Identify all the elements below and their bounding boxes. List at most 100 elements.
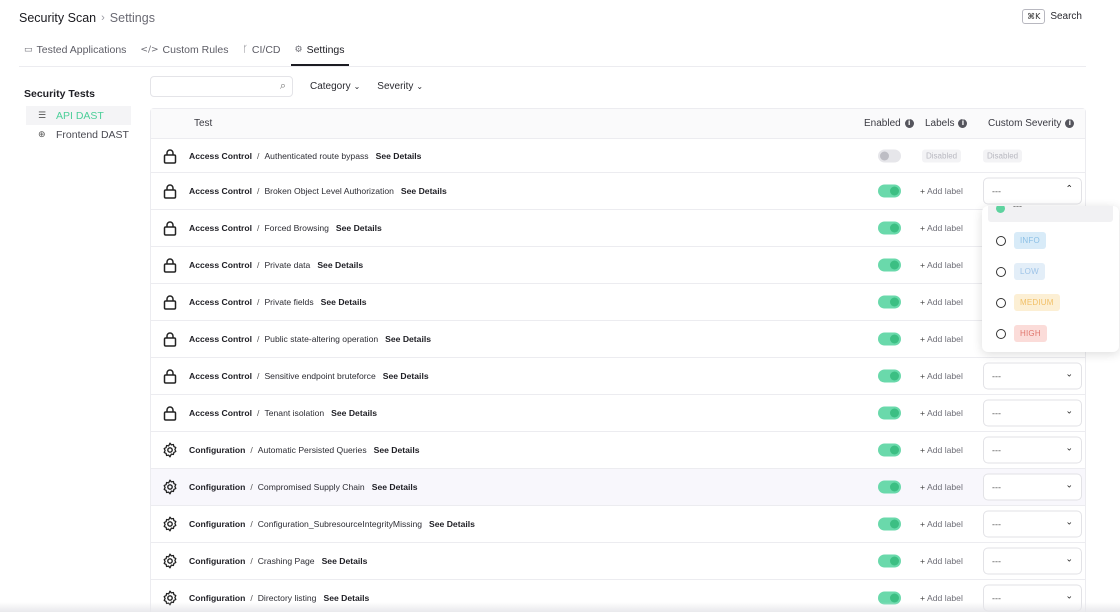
dropdown-option-info[interactable]: INFO [996,232,1046,249]
gear-icon [162,442,178,458]
chevron-down-icon: ⌄ [1065,591,1073,602]
dropdown-option-medium[interactable]: MEDIUM [996,294,1060,311]
test-name: Access Control / Broken Object Level Autho… [189,184,451,198]
see-details-button[interactable]: See Details [317,295,371,309]
tab-settings[interactable]: ⚙ Settings [290,36,349,66]
see-details-button[interactable]: See Details [318,554,372,568]
sidebar-title: Security Tests [24,88,96,100]
see-details-button[interactable]: See Details [379,369,433,383]
column-header-custom-severity-label: Custom Severity [988,118,1062,129]
sidebar: Security Tests ☰ API DAST ⊕ Frontend DAS… [24,88,131,144]
enabled-toggle[interactable] [878,369,901,383]
info-icon[interactable]: i [904,119,914,128]
see-details-button[interactable]: See Details [327,406,381,420]
tab-custom-rules[interactable]: </> Custom Rules [140,36,228,66]
info-icon[interactable]: i [958,119,968,128]
enabled-toggle[interactable] [878,554,901,568]
search-button[interactable]: ⌘K Search [1022,9,1082,24]
severity-filter[interactable]: Severity ⌄ [377,81,423,92]
severity-select[interactable]: --- ⌄ [983,547,1082,575]
add-label-button[interactable]: + Add label [920,556,963,566]
add-label-button[interactable]: + Add label [920,260,963,270]
tab-ci-cd[interactable]: ᚴ CI/CD [243,36,281,66]
test-separator: / [257,223,260,233]
test-separator: / [250,519,253,529]
test-title: Public state-altering operation [264,334,379,344]
test-name: Access Control / Authenticated route bypas… [189,149,425,163]
add-label-button[interactable]: + Add label [920,519,963,529]
see-details-button[interactable]: See Details [370,443,424,457]
enabled-toggle[interactable] [878,517,901,531]
category-filter-label: Category [310,81,351,92]
see-details-button[interactable]: See Details [397,184,451,198]
branch-icon: ᚴ [242,45,248,55]
add-label-text: Add label [927,334,963,344]
test-category: Access Control [189,186,253,196]
see-details-button[interactable]: See Details [368,480,422,494]
breadcrumb-app[interactable]: Security Scan [19,11,96,25]
tab-tested-applications[interactable]: ▭ Tested Applications [24,36,126,66]
add-label-button[interactable]: + Add label [920,186,963,196]
test-title: Crashing Page [257,556,315,566]
see-details-button[interactable]: See Details [332,221,386,235]
severity-select[interactable]: --- ⌄ [983,362,1082,390]
see-details-button[interactable]: See Details [372,149,426,163]
test-title: Tenant isolation [264,408,325,418]
test-category: Access Control [189,371,253,381]
enabled-toggle[interactable] [878,332,901,346]
table-row: Access Control / Private fields See Details… [151,284,1085,321]
test-category: Configuration [189,519,246,529]
info-icon[interactable]: i [1065,119,1075,128]
dropdown-option-default[interactable]: --- [988,206,1113,222]
add-label-button[interactable]: + Add label [920,297,963,307]
severity-pill-medium: MEDIUM [1014,294,1060,311]
severity-select[interactable]: --- ⌄ [983,399,1082,427]
severity-select-value: --- [992,482,1001,492]
dropdown-option-high[interactable]: HIGH [996,325,1047,342]
column-header-custom-severity: Custom Severity i [988,118,1075,129]
see-details-button[interactable]: See Details [381,332,435,346]
add-label-button[interactable]: + Add label [920,371,963,381]
lock-icon [162,220,178,236]
severity-select[interactable]: --- ⌄ [983,510,1082,538]
table-row: Access Control / Tenant isolation See Detai… [151,395,1085,432]
enabled-toggle[interactable] [878,406,901,420]
dropdown-option-low[interactable]: LOW [996,263,1045,280]
severity-pill-info: INFO [1014,232,1046,249]
table-row: Configuration / Configuration_SubresourceI… [151,506,1085,543]
enabled-toggle[interactable] [878,295,901,309]
severity-select[interactable]: --- ⌃ [983,177,1082,205]
test-category: Access Control [189,408,253,418]
enabled-toggle[interactable] [878,221,901,235]
lock-icon [162,257,178,273]
enabled-toggle[interactable] [878,258,901,272]
add-label-button[interactable]: + Add label [920,223,963,233]
add-label-button[interactable]: + Add label [920,445,963,455]
severity-select-value: --- [992,371,1001,381]
radio-icon [996,266,1006,277]
search-shortcut-badge: ⌘K [1022,9,1046,24]
lock-icon [162,331,178,347]
dropdown-option-label: --- [1013,206,1022,211]
enabled-toggle[interactable] [878,480,901,494]
severity-select[interactable]: --- ⌄ [983,473,1082,501]
add-label-button[interactable]: + Add label [920,408,963,418]
category-filter[interactable]: Category ⌄ [310,81,360,92]
add-label-button[interactable]: + Add label [920,482,963,492]
see-details-button[interactable]: See Details [313,258,367,272]
sidebar-item-label: Frontend DAST [56,128,129,141]
see-details-button[interactable]: See Details [425,517,479,531]
plus-icon: + [920,519,926,529]
sidebar-item-api-dast[interactable]: ☰ API DAST [26,106,131,125]
add-label-button[interactable]: + Add label [920,334,963,344]
severity-select[interactable]: --- ⌄ [983,436,1082,464]
chevron-down-icon: ⌄ [1065,406,1073,417]
test-title: Authenticated route bypass [264,150,369,161]
enabled-toggle[interactable] [878,443,901,457]
test-name: Access Control / Tenant isolation See Detai… [189,406,381,420]
search-input[interactable]: ⌕ [150,76,293,97]
enabled-toggle[interactable] [878,184,901,198]
test-title: Private data [264,260,311,270]
sidebar-item-frontend-dast[interactable]: ⊕ Frontend DAST [26,125,131,144]
window-icon: ▭ [24,45,33,55]
